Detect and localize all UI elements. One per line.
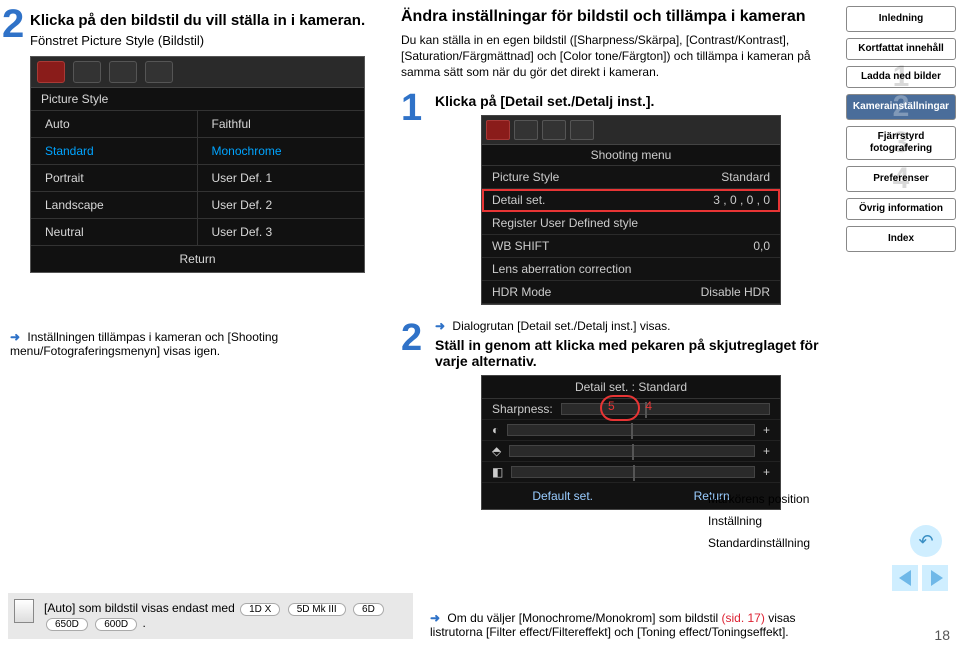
model-chip: 1D X — [240, 603, 280, 616]
ps-option-neutral[interactable]: Neutral — [31, 219, 198, 246]
sidebar-nav: Inledning Kortfattat innehåll 1Ladda ned… — [846, 6, 956, 252]
detail-callouts: Markörens position Inställning Standardi… — [708, 492, 838, 558]
arrow-icon: ➜ — [435, 319, 445, 333]
model-chip: 5D Mk III — [288, 603, 346, 616]
shoot-row-picture-style[interactable]: Picture StyleStandard — [482, 166, 780, 189]
step-1-number: 1 — [401, 89, 427, 311]
next-page-icon[interactable] — [922, 565, 948, 591]
step-2-number: 2 — [401, 319, 427, 512]
shoot-tab-2[interactable] — [514, 120, 538, 140]
step-1: 1 Klicka på [Detail set./Detalj inst.]. … — [401, 89, 827, 311]
arrow-icon: ➜ — [10, 330, 20, 344]
contrast-icon: ◐ — [492, 423, 499, 437]
page-nav — [892, 565, 948, 591]
callout-standard: Standardinställning — [708, 536, 838, 550]
step-1-text: Klicka på [Detail set./Detalj inst.]. — [435, 93, 827, 109]
color-tone-icon: ◧ — [492, 465, 503, 479]
plus-icon: + — [763, 423, 770, 437]
ps-option-ud1[interactable]: User Def. 1 — [198, 165, 365, 192]
sidebar-remote[interactable]: 3Fjärrstyrd fotografering — [846, 126, 956, 160]
tab-icon-2[interactable] — [73, 61, 101, 83]
step-2: 2 ➜ Dialogrutan [Detail set./Detalj inst… — [401, 319, 827, 512]
ps-option-standard[interactable]: Standard — [31, 138, 198, 165]
ps-option-ud3[interactable]: User Def. 3 — [198, 219, 365, 246]
left-title: Klicka på den bildstil du vill ställa in… — [30, 12, 382, 29]
left-subtitle: Fönstret Picture Style (Bildstil) — [30, 33, 382, 48]
sidebar-intro[interactable]: Inledning — [846, 6, 956, 32]
sidebar-summary[interactable]: Kortfattat innehåll — [846, 38, 956, 60]
shoot-row-register-uds[interactable]: Register User Defined style — [482, 212, 780, 235]
sidebar-index[interactable]: Index — [846, 226, 956, 252]
shooting-menu-window: Shooting menu Picture StyleStandard Deta… — [481, 115, 781, 305]
callout-setting: Inställning — [708, 514, 838, 528]
model-chip: 600D — [95, 618, 137, 631]
model-chip: 6D — [353, 603, 384, 616]
ps-tabs — [31, 57, 364, 88]
note-monochrome: ➜ Om du väljer [Monochrome/Monokrom] som… — [430, 611, 830, 639]
left-setting-note: ➜ Inställningen tillämpas i kameran och … — [10, 330, 370, 358]
callout-marker-pos: Markörens position — [708, 492, 838, 506]
model-chip: 650D — [46, 618, 88, 631]
picture-style-header: Picture Style — [31, 88, 364, 111]
sidebar-download[interactable]: 1Ladda ned bilder — [846, 66, 956, 88]
detail-set-title: Detail set. : Standard — [482, 376, 780, 399]
sidebar-camera-settings[interactable]: 2Kamerainställningar — [846, 94, 956, 120]
sidebar-other[interactable]: Övrig information — [846, 198, 956, 220]
return-to-top-icon[interactable]: ↶ — [910, 525, 942, 557]
detail-colortone-row[interactable]: ◧ + — [482, 462, 780, 483]
detail-sharpness-row[interactable]: Sharpness: 5 4 — [482, 399, 780, 420]
shoot-tab-1[interactable] — [486, 120, 510, 140]
shoot-row-wb-shift[interactable]: WB SHIFT0,0 — [482, 235, 780, 258]
plus-icon: + — [763, 444, 770, 458]
ps-option-monochrome[interactable]: Monochrome — [198, 138, 365, 165]
detail-set-window: Detail set. : Standard Sharpness: 5 4 ◐ … — [481, 375, 781, 510]
prev-page-icon[interactable] — [892, 565, 918, 591]
shoot-tab-4[interactable] — [570, 120, 594, 140]
page-number: 18 — [934, 627, 950, 643]
ps-return-button[interactable]: Return — [31, 246, 364, 272]
ps-option-auto[interactable]: Auto — [31, 111, 198, 138]
saturation-icon: ⬘ — [492, 444, 501, 458]
shoot-row-hdr[interactable]: HDR ModeDisable HDR — [482, 281, 780, 304]
shoot-row-lens-ab[interactable]: Lens aberration correction — [482, 258, 780, 281]
note-icon — [14, 599, 34, 623]
right-heading: Ändra inställningar för bildstil och til… — [401, 8, 827, 26]
detail-contrast-row[interactable]: ◐ + — [482, 420, 780, 441]
tab-icon-3[interactable] — [109, 61, 137, 83]
camera-tab-icon[interactable] — [37, 61, 65, 83]
note-auto-models: [Auto] som bildstil visas endast med 1D … — [8, 593, 413, 639]
shoot-row-detail-set[interactable]: Detail set.3 , 0 , 0 , 0 — [482, 189, 780, 212]
sidebar-prefs[interactable]: 4Preferenser — [846, 166, 956, 192]
step-2-text: Ställ in genom att klicka med pekaren på… — [435, 337, 827, 369]
shoot-tab-3[interactable] — [542, 120, 566, 140]
right-body: Du kan ställa in en egen bildstil ([Shar… — [401, 32, 827, 81]
detail-saturation-row[interactable]: ⬘ + — [482, 441, 780, 462]
ps-option-landscape[interactable]: Landscape — [31, 192, 198, 219]
page-ref[interactable]: (sid. 17) — [722, 611, 765, 625]
arrow-icon: ➜ — [430, 611, 440, 625]
ps-option-ud2[interactable]: User Def. 2 — [198, 192, 365, 219]
tab-icon-4[interactable] — [145, 61, 173, 83]
step-number-left: 2 — [2, 4, 24, 44]
plus-icon: + — [763, 465, 770, 479]
step-2-arrow-note: ➜ Dialogrutan [Detail set./Detalj inst.]… — [435, 319, 827, 333]
detail-default-button[interactable]: Default set. — [532, 489, 593, 503]
shooting-menu-title: Shooting menu — [482, 145, 780, 166]
picture-style-window: Picture Style Auto Faithful Standard Mon… — [30, 56, 365, 273]
ps-option-faithful[interactable]: Faithful — [198, 111, 365, 138]
ps-option-portrait[interactable]: Portrait — [31, 165, 198, 192]
